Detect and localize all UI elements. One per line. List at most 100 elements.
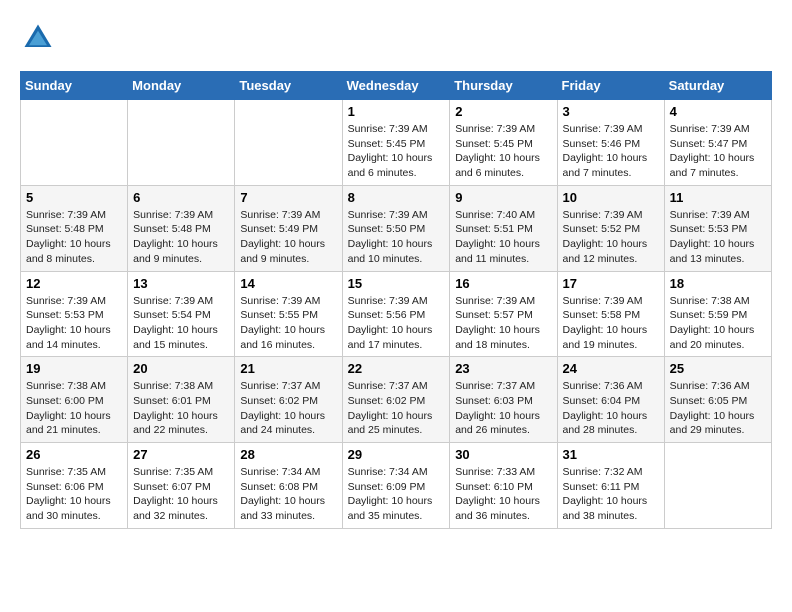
calendar-cell: 6Sunrise: 7:39 AM Sunset: 5:48 PM Daylig… (128, 185, 235, 271)
day-number: 4 (670, 104, 766, 119)
day-of-week-header: Thursday (450, 72, 557, 100)
day-info: Sunrise: 7:39 AM Sunset: 5:48 PM Dayligh… (26, 208, 122, 267)
day-info: Sunrise: 7:38 AM Sunset: 6:01 PM Dayligh… (133, 379, 229, 438)
calendar-cell: 13 Sunrise: 7:39 AM Sunset: 5:54 PM Dayli… (128, 271, 235, 357)
calendar-cell: 30 Sunrise: 7:33 AM Sunset: 6:10 PM Dayli… (450, 443, 557, 529)
day-info: Sunrise: 7:35 AM Sunset: 6:07 PM Dayligh… (133, 465, 229, 524)
calendar-cell: 4 Sunrise: 7:39 AM Sunset: 5:47 PM Daylig… (664, 100, 771, 186)
logo-icon (20, 20, 56, 56)
day-info: Sunrise: 7:39 AM Sunset: 5:57 PM Dayligh… (455, 294, 551, 353)
day-info: Sunrise: 7:39 AM Sunset: 5:54 PM Dayligh… (133, 294, 229, 353)
day-number: 21 (240, 361, 336, 376)
calendar-cell: 17 Sunrise: 7:39 AM Sunset: 5:58 PM Dayli… (557, 271, 664, 357)
day-of-week-header: Saturday (664, 72, 771, 100)
day-info: Sunrise: 7:40 AM Sunset: 5:51 PM Dayligh… (455, 208, 551, 267)
calendar-cell (128, 100, 235, 186)
calendar-cell: 21Sunrise: 7:37 AM Sunset: 6:02 PM Dayli… (235, 357, 342, 443)
day-number: 11 (670, 190, 766, 205)
calendar-cell: 15 Sunrise: 7:39 AM Sunset: 5:56 PM Dayli… (342, 271, 450, 357)
day-of-week-header: Friday (557, 72, 664, 100)
day-info: Sunrise: 7:34 AM Sunset: 6:09 PM Dayligh… (348, 465, 445, 524)
day-number: 10 (563, 190, 659, 205)
day-number: 25 (670, 361, 766, 376)
day-number: 30 (455, 447, 551, 462)
day-info: Sunrise: 7:39 AM Sunset: 5:55 PM Dayligh… (240, 294, 336, 353)
day-info: Sunrise: 7:39 AM Sunset: 5:52 PM Dayligh… (563, 208, 659, 267)
day-number: 7 (240, 190, 336, 205)
day-number: 5 (26, 190, 122, 205)
calendar-cell: 1 Sunrise: 7:39 AM Sunset: 5:45 PM Daylig… (342, 100, 450, 186)
calendar-cell: 28 Sunrise: 7:34 AM Sunset: 6:08 PM Dayli… (235, 443, 342, 529)
day-info: Sunrise: 7:39 AM Sunset: 5:53 PM Dayligh… (26, 294, 122, 353)
calendar-cell: 9 Sunrise: 7:40 AM Sunset: 5:51 PM Daylig… (450, 185, 557, 271)
calendar-cell: 14 Sunrise: 7:39 AM Sunset: 5:55 PM Dayli… (235, 271, 342, 357)
day-info: Sunrise: 7:32 AM Sunset: 6:11 PM Dayligh… (563, 465, 659, 524)
day-info: Sunrise: 7:34 AM Sunset: 6:08 PM Dayligh… (240, 465, 336, 524)
day-info: Sunrise: 7:39 AM Sunset: 5:56 PM Dayligh… (348, 294, 445, 353)
day-info: Sunrise: 7:39 AM Sunset: 5:45 PM Dayligh… (348, 122, 445, 181)
day-number: 3 (563, 104, 659, 119)
calendar-cell: 20 Sunrise: 7:38 AM Sunset: 6:01 PM Dayli… (128, 357, 235, 443)
day-info: Sunrise: 7:35 AM Sunset: 6:06 PM Dayligh… (26, 465, 122, 524)
calendar-week-row: 1 Sunrise: 7:39 AM Sunset: 5:45 PM Daylig… (21, 100, 772, 186)
day-info: Sunrise: 7:39 AM Sunset: 5:53 PM Dayligh… (670, 208, 766, 267)
day-number: 29 (348, 447, 445, 462)
day-info: Sunrise: 7:39 AM Sunset: 5:58 PM Dayligh… (563, 294, 659, 353)
day-number: 1 (348, 104, 445, 119)
calendar-cell: 19Sunrise: 7:38 AM Sunset: 6:00 PM Dayli… (21, 357, 128, 443)
calendar-cell: 25 Sunrise: 7:36 AM Sunset: 6:05 PM Dayli… (664, 357, 771, 443)
day-info: Sunrise: 7:39 AM Sunset: 5:49 PM Dayligh… (240, 208, 336, 267)
day-number: 15 (348, 276, 445, 291)
calendar-cell: 18 Sunrise: 7:38 AM Sunset: 5:59 PM Dayli… (664, 271, 771, 357)
day-number: 2 (455, 104, 551, 119)
day-number: 23 (455, 361, 551, 376)
calendar-cell: 5 Sunrise: 7:39 AM Sunset: 5:48 PM Daylig… (21, 185, 128, 271)
day-info: Sunrise: 7:36 AM Sunset: 6:04 PM Dayligh… (563, 379, 659, 438)
calendar-cell (664, 443, 771, 529)
day-number: 8 (348, 190, 445, 205)
calendar-cell: 7 Sunrise: 7:39 AM Sunset: 5:49 PM Daylig… (235, 185, 342, 271)
day-info: Sunrise: 7:33 AM Sunset: 6:10 PM Dayligh… (455, 465, 551, 524)
calendar-cell: 23 Sunrise: 7:37 AM Sunset: 6:03 PM Dayli… (450, 357, 557, 443)
day-number: 9 (455, 190, 551, 205)
day-info: Sunrise: 7:36 AM Sunset: 6:05 PM Dayligh… (670, 379, 766, 438)
calendar-week-row: 5 Sunrise: 7:39 AM Sunset: 5:48 PM Daylig… (21, 185, 772, 271)
calendar-cell (21, 100, 128, 186)
day-number: 28 (240, 447, 336, 462)
day-info: Sunrise: 7:37 AM Sunset: 6:02 PM Dayligh… (348, 379, 445, 438)
calendar-cell: 3 Sunrise: 7:39 AM Sunset: 5:46 PM Daylig… (557, 100, 664, 186)
day-number: 14 (240, 276, 336, 291)
calendar-cell: 16 Sunrise: 7:39 AM Sunset: 5:57 PM Dayli… (450, 271, 557, 357)
day-info: Sunrise: 7:39 AM Sunset: 5:47 PM Dayligh… (670, 122, 766, 181)
calendar-cell: 29 Sunrise: 7:34 AM Sunset: 6:09 PM Dayli… (342, 443, 450, 529)
day-info: Sunrise: 7:38 AM Sunset: 5:59 PM Dayligh… (670, 294, 766, 353)
calendar-cell: 2 Sunrise: 7:39 AM Sunset: 5:45 PM Daylig… (450, 100, 557, 186)
day-number: 26 (26, 447, 122, 462)
day-number: 24 (563, 361, 659, 376)
calendar-table: SundayMondayTuesdayWednesdayThursdayFrid… (20, 71, 772, 529)
day-of-week-header: Sunday (21, 72, 128, 100)
day-info: Sunrise: 7:39 AM Sunset: 5:45 PM Dayligh… (455, 122, 551, 181)
calendar-cell: 27Sunrise: 7:35 AM Sunset: 6:07 PM Dayli… (128, 443, 235, 529)
page-header (20, 20, 772, 56)
calendar-cell (235, 100, 342, 186)
logo (20, 20, 60, 56)
calendar-cell: 31 Sunrise: 7:32 AM Sunset: 6:11 PM Dayli… (557, 443, 664, 529)
calendar-cell: 11 Sunrise: 7:39 AM Sunset: 5:53 PM Dayli… (664, 185, 771, 271)
day-number: 16 (455, 276, 551, 291)
day-number: 17 (563, 276, 659, 291)
day-number: 20 (133, 361, 229, 376)
day-number: 12 (26, 276, 122, 291)
day-of-week-header: Tuesday (235, 72, 342, 100)
calendar-week-row: 12 Sunrise: 7:39 AM Sunset: 5:53 PM Dayli… (21, 271, 772, 357)
day-info: Sunrise: 7:37 AM Sunset: 6:03 PM Dayligh… (455, 379, 551, 438)
day-of-week-header: Monday (128, 72, 235, 100)
day-number: 31 (563, 447, 659, 462)
calendar-cell: 10 Sunrise: 7:39 AM Sunset: 5:52 PM Dayli… (557, 185, 664, 271)
day-number: 18 (670, 276, 766, 291)
calendar-cell: 26 Sunrise: 7:35 AM Sunset: 6:06 PM Dayli… (21, 443, 128, 529)
calendar-cell: 12 Sunrise: 7:39 AM Sunset: 5:53 PM Dayli… (21, 271, 128, 357)
day-number: 13 (133, 276, 229, 291)
day-info: Sunrise: 7:39 AM Sunset: 5:46 PM Dayligh… (563, 122, 659, 181)
calendar-week-row: 19Sunrise: 7:38 AM Sunset: 6:00 PM Dayli… (21, 357, 772, 443)
